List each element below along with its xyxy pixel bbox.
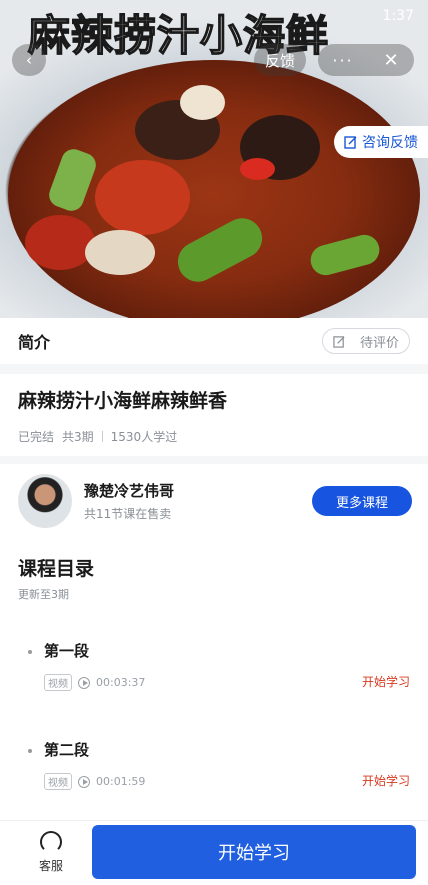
- meta-separator: [101, 431, 103, 442]
- lesson-duration: 00:01:59: [96, 775, 146, 788]
- lesson-item[interactable]: 第一段 视频 00:03:37 开始学习: [18, 630, 412, 710]
- start-learning-link[interactable]: 开始学习: [362, 772, 410, 789]
- start-learning-button[interactable]: 开始学习: [92, 825, 416, 879]
- avatar[interactable]: [18, 474, 72, 528]
- food-piece: [240, 158, 275, 180]
- more-button[interactable]: ···: [318, 44, 368, 76]
- close-button[interactable]: ✕: [368, 44, 414, 76]
- headset-icon: [40, 831, 62, 853]
- course-learners: 1530人学过: [110, 430, 178, 444]
- course-title: 麻辣捞汁小海鲜麻辣鲜香: [18, 390, 228, 412]
- more-courses-button[interactable]: 更多课程: [312, 486, 412, 516]
- lesson-name: 第一段: [44, 642, 90, 660]
- catalog-title: 课程目录: [18, 558, 95, 580]
- status-time: 1:37: [382, 8, 414, 24]
- section-divider: [0, 364, 428, 374]
- play-icon: [78, 676, 90, 689]
- food-piece: [95, 160, 190, 235]
- back-button[interactable]: ‹: [12, 44, 46, 76]
- rate-button[interactable]: 待评价: [322, 328, 410, 354]
- course-meta: 已完结 共3期 1530人学过: [18, 428, 177, 445]
- food-piece: [85, 230, 155, 275]
- food-piece: [180, 85, 225, 120]
- play-icon: [78, 775, 90, 788]
- intro-label: 简介: [18, 333, 51, 352]
- teacher-name[interactable]: 豫楚冷艺伟哥: [84, 480, 174, 501]
- intro-bar: 简介 待评价: [0, 318, 428, 364]
- food-piece: [25, 215, 95, 270]
- lesson-name: 第二段: [44, 741, 90, 759]
- section-divider: [0, 456, 428, 464]
- edit-icon: [333, 335, 345, 348]
- video-tag: 视频: [44, 773, 72, 790]
- lesson-duration: 00:03:37: [96, 676, 146, 689]
- consult-label: 咨询反馈: [362, 135, 418, 151]
- course-status: 已完结: [18, 430, 55, 444]
- teacher-course-count: 共11节课在售卖: [84, 507, 172, 521]
- course-episodes: 共3期: [62, 430, 94, 444]
- feedback-button[interactable]: 反馈: [254, 44, 306, 76]
- bullet-icon: [28, 650, 32, 654]
- course-cover-image: 麻辣捞汁小海鲜 1:37 ‹ 反馈 ··· ✕ 咨询反馈: [0, 0, 428, 318]
- lesson-item[interactable]: 第二段 视频 00:01:59 开始学习: [18, 729, 412, 809]
- video-tag: 视频: [44, 674, 72, 691]
- more-dots-icon: ···: [332, 50, 354, 70]
- teacher-card: 豫楚冷艺伟哥 共11节课在售卖 更多课程: [18, 474, 412, 528]
- chevron-left-icon: ‹: [26, 51, 32, 69]
- bottom-action-bar: 客服 开始学习: [0, 820, 428, 885]
- teacher-info: 豫楚冷艺伟哥 共11节课在售卖: [84, 480, 174, 522]
- start-learning-link[interactable]: 开始学习: [362, 673, 410, 690]
- lesson-info: 视频 00:01:59: [44, 773, 145, 790]
- lesson-info: 视频 00:03:37: [44, 674, 145, 691]
- consult-feedback-button[interactable]: 咨询反馈: [334, 126, 428, 158]
- bullet-icon: [28, 749, 32, 753]
- customer-service-button[interactable]: 客服: [22, 831, 80, 874]
- catalog-update-status: 更新至3期: [18, 588, 69, 601]
- close-icon: ✕: [383, 49, 399, 71]
- edit-icon: [344, 136, 357, 149]
- customer-service-label: 客服: [38, 859, 63, 873]
- rate-label: 待评价: [359, 335, 399, 351]
